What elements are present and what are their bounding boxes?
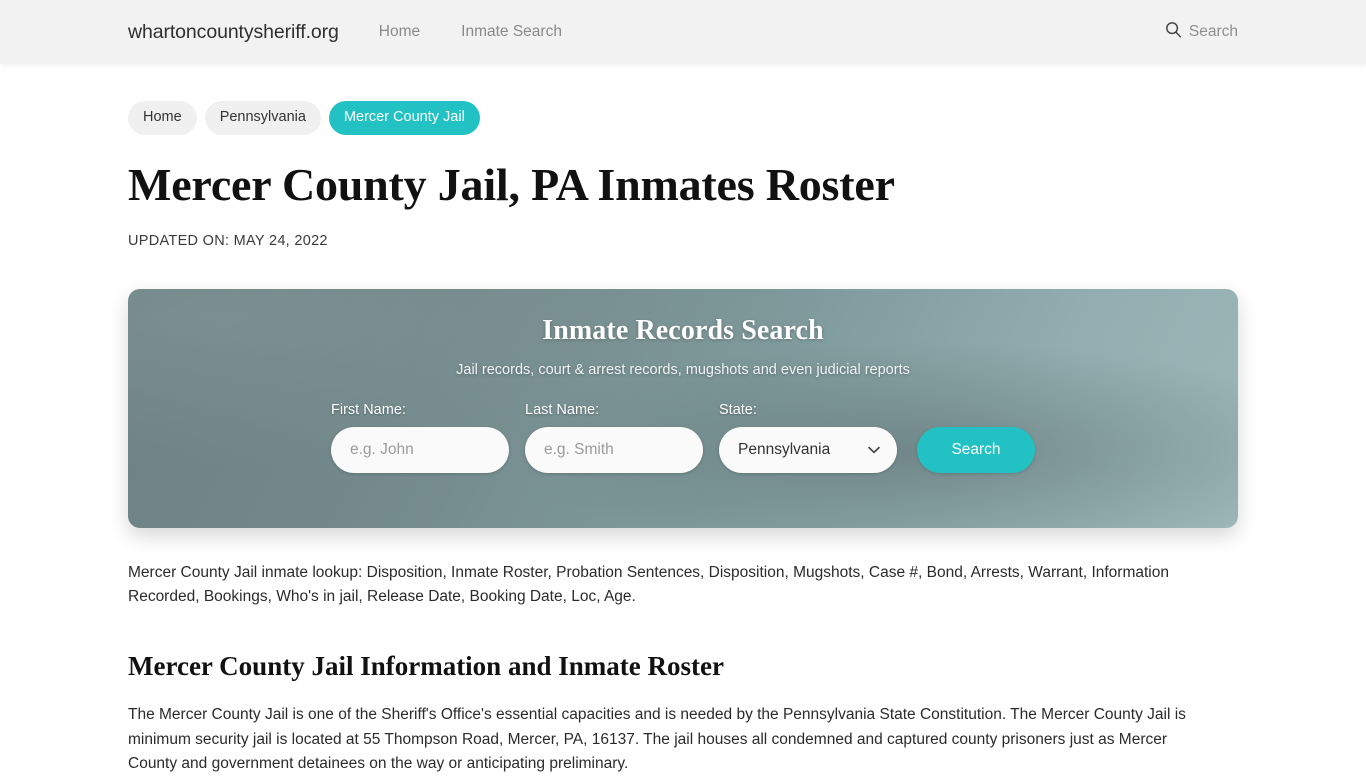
last-name-field-group: Last Name: bbox=[525, 402, 703, 473]
breadcrumb-item-pennsylvania[interactable]: Pennsylvania bbox=[204, 101, 321, 135]
header-search-label: Search bbox=[1188, 23, 1238, 40]
main-content: Home Pennsylvania Mercer County Jail Mer… bbox=[0, 64, 1366, 777]
first-name-field-group: First Name: bbox=[331, 402, 509, 473]
lead-paragraph: Mercer County Jail inmate lookup: Dispos… bbox=[128, 563, 1169, 605]
search-icon bbox=[1165, 21, 1182, 43]
primary-nav: Home Inmate Search bbox=[379, 23, 562, 41]
breadcrumb-item-home[interactable]: Home bbox=[128, 101, 197, 135]
inmate-records-search-card: Inmate Records Search Jail records, cour… bbox=[128, 288, 1238, 528]
search-submit-button[interactable]: Search bbox=[917, 426, 1035, 473]
breadcrumb-item-mercer-county-jail[interactable]: Mercer County Jail bbox=[328, 101, 480, 135]
state-field-group: State: Pennsylvania bbox=[719, 402, 897, 473]
first-name-label: First Name: bbox=[331, 401, 406, 418]
site-header: whartoncountysheriff.org Home Inmate Sea… bbox=[0, 0, 1366, 64]
state-select-wrapper: Pennsylvania bbox=[719, 426, 897, 473]
breadcrumb: Home Pennsylvania Mercer County Jail bbox=[128, 64, 1238, 135]
last-name-label: Last Name: bbox=[525, 401, 600, 418]
nav-item-inmate-search[interactable]: Inmate Search bbox=[461, 23, 562, 41]
header-inner: whartoncountysheriff.org Home Inmate Sea… bbox=[0, 21, 1366, 44]
search-card-title: Inmate Records Search bbox=[542, 314, 824, 346]
state-label: State: bbox=[719, 401, 757, 418]
state-select[interactable]: Pennsylvania bbox=[719, 426, 897, 473]
inmate-search-form: First Name: Last Name: State: Pennsylvan… bbox=[331, 402, 1035, 473]
first-name-input[interactable] bbox=[331, 426, 509, 473]
page-title: Mercer County Jail, PA Inmates Roster bbox=[128, 158, 895, 210]
section-paragraph: The Mercer County Jail is one of the She… bbox=[128, 706, 1186, 773]
section-heading: Mercer County Jail Information and Inmat… bbox=[128, 651, 724, 682]
search-card-subtitle: Jail records, court & arrest records, mu… bbox=[456, 361, 910, 378]
header-search-toggle[interactable]: Search bbox=[1165, 21, 1238, 43]
last-name-input[interactable] bbox=[525, 426, 703, 473]
nav-item-home[interactable]: Home bbox=[379, 23, 420, 41]
site-brand[interactable]: whartoncountysheriff.org bbox=[128, 21, 339, 44]
updated-on-label: UPDATED ON: MAY 24, 2022 bbox=[128, 232, 328, 249]
